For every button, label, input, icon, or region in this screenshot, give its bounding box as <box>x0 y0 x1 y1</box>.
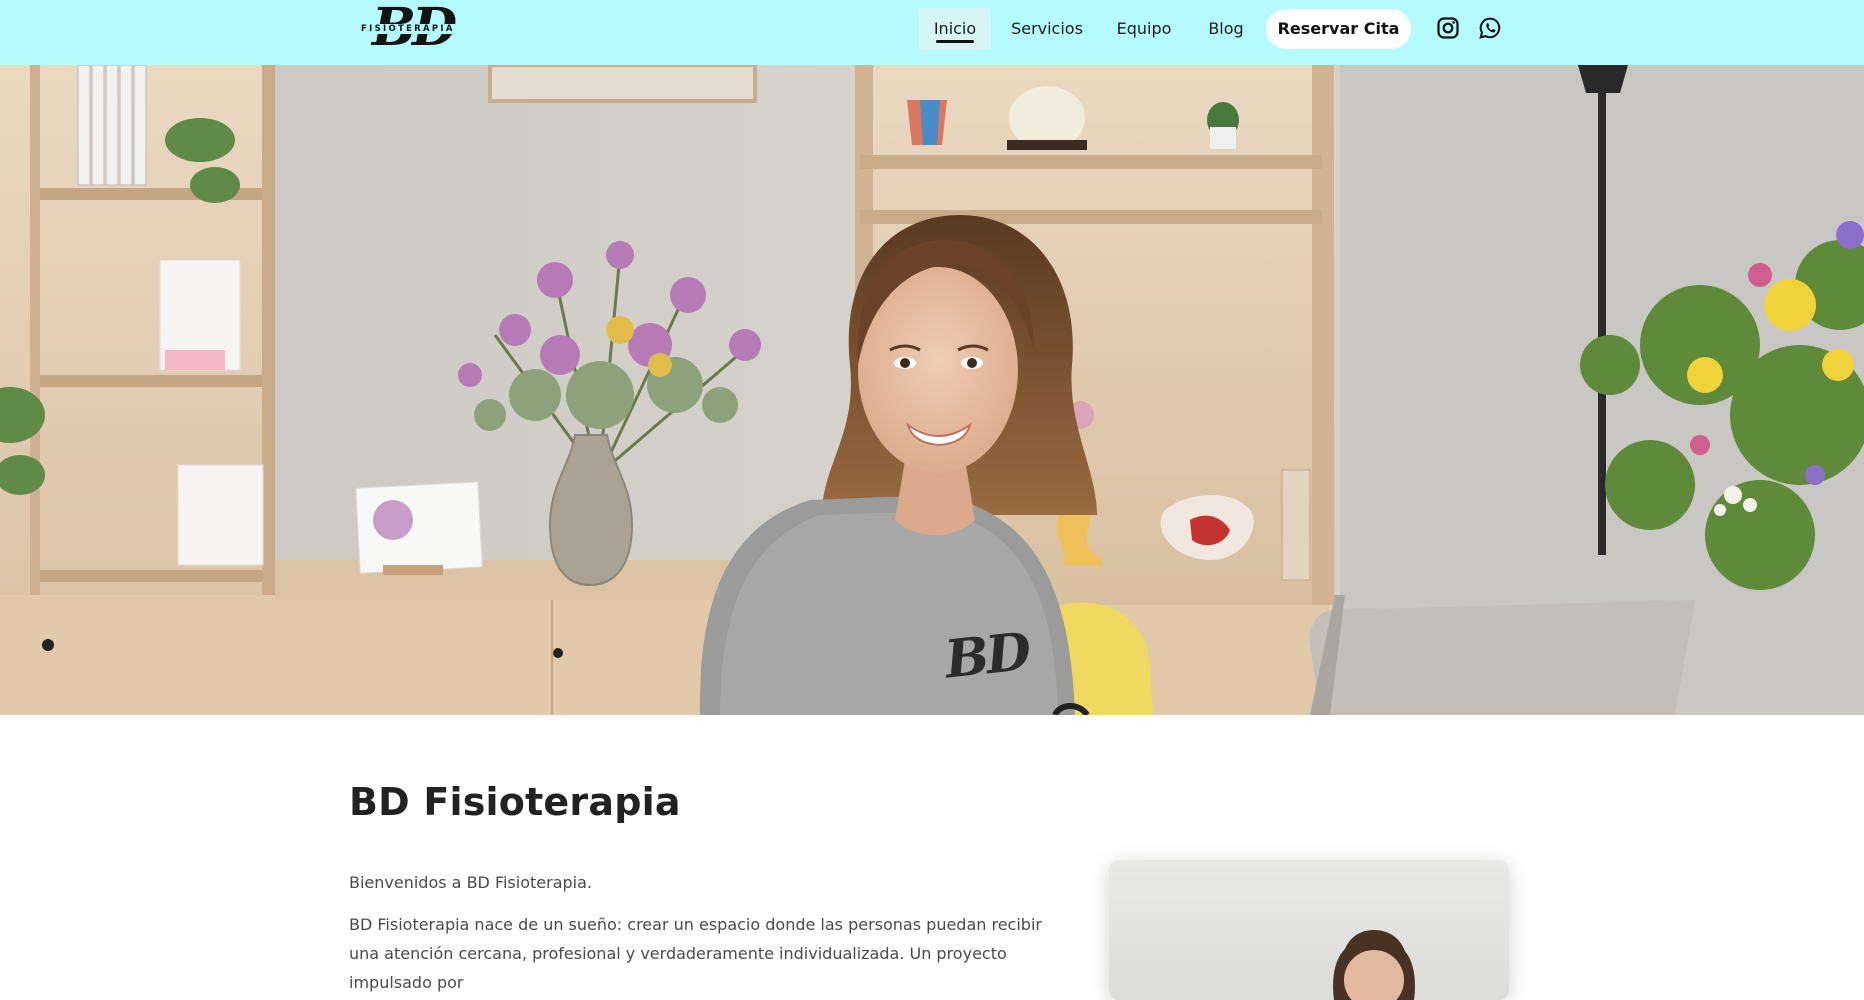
nav-item-servicios[interactable]: Servicios <box>1005 8 1089 50</box>
nav-item-label: Inicio <box>933 19 977 38</box>
page-title: BD Fisioterapia <box>349 780 681 824</box>
brand-logo[interactable]: BD FISIOTERAPIA <box>359 0 471 58</box>
body-text: BD Fisioterapia nace de un sueño: crear … <box>349 915 1042 992</box>
site-header: BD FISIOTERAPIA Inicio Servicios Equipo … <box>0 0 1864 65</box>
nav-item-label: Blog <box>1208 19 1244 38</box>
intro-section: BD Fisioterapia Bienvenidos a BD Fisiote… <box>0 715 1864 1000</box>
nav-item-inicio[interactable]: Inicio <box>919 8 991 50</box>
hero-banner: BD <box>0 65 1864 715</box>
svg-text:BD: BD <box>940 621 1034 691</box>
team-photo-card <box>1109 860 1509 1000</box>
book-appointment-button[interactable]: Reservar Cita <box>1266 9 1411 49</box>
whatsapp-icon[interactable] <box>1478 16 1502 40</box>
logo-text: FISIOTERAPIA <box>359 24 457 34</box>
active-underline <box>936 40 974 43</box>
intro-text: Bienvenidos a BD Fisioterapia. <box>349 873 592 892</box>
hero-image: BD <box>0 65 1864 715</box>
nav-item-blog[interactable]: Blog <box>1201 8 1251 50</box>
team-photo <box>1333 930 1415 1000</box>
instagram-icon[interactable] <box>1436 16 1460 40</box>
nav-item-label: Equipo <box>1116 19 1172 38</box>
nav-item-equipo[interactable]: Equipo <box>1109 8 1179 50</box>
nav-item-label: Servicios <box>1011 19 1083 38</box>
